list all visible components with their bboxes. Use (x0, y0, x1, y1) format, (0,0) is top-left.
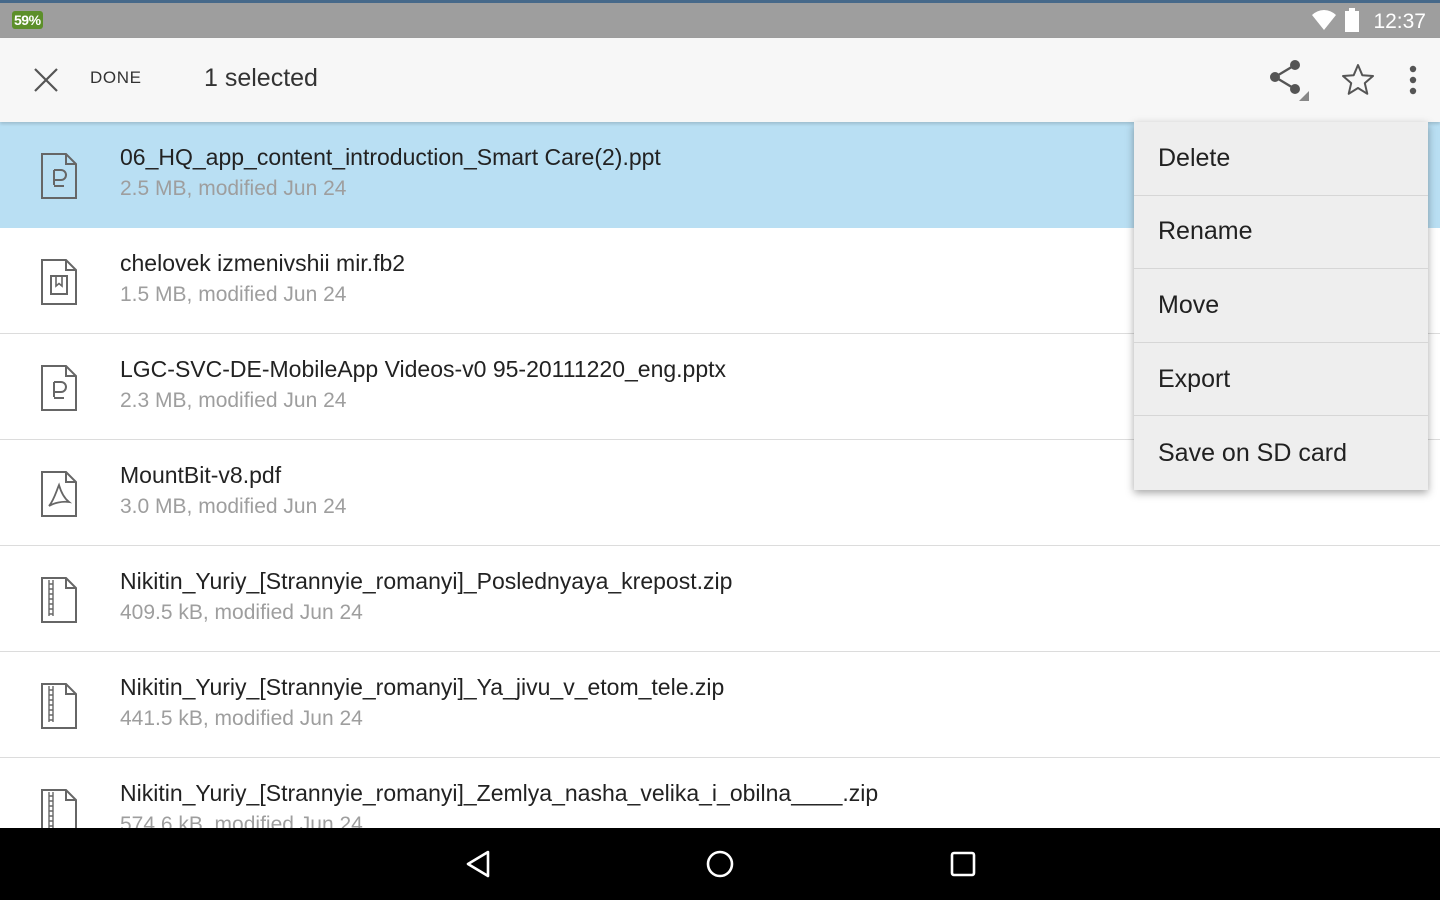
file-meta: 574.6 kB, modified Jun 24 (120, 813, 363, 828)
menu-item-delete[interactable]: Delete (1134, 122, 1428, 196)
file-row[interactable]: Nikitin_Yuriy_[Strannyie_romanyi]_Posled… (0, 546, 1440, 652)
file-name: Nikitin_Yuriy_[Strannyie_romanyi]_Zemlya… (120, 780, 879, 806)
file-meta: 3.0 MB, modified Jun 24 (120, 495, 347, 518)
status-bar: 59% 12:37 (0, 0, 1440, 38)
menu-item-export[interactable]: Export (1134, 343, 1428, 417)
overflow-menu: Delete Rename Move Export Save on SD car… (1134, 122, 1428, 490)
file-name: Nikitin_Yuriy_[Strannyie_romanyi]_Posled… (120, 568, 733, 594)
battery-percent-badge: 59% (12, 11, 43, 29)
close-icon (34, 68, 58, 92)
star-icon (1342, 64, 1374, 95)
file-meta: 2.3 MB, modified Jun 24 (120, 389, 347, 412)
archive-file-icon (41, 577, 77, 623)
navigation-bar (0, 828, 1440, 900)
home-button[interactable] (698, 842, 742, 886)
menu-item-save-on-sd-card[interactable]: Save on SD card (1134, 416, 1428, 490)
file-name: 06_HQ_app_content_introduction_Smart Car… (120, 144, 661, 170)
close-selection-button[interactable] (24, 58, 68, 102)
recents-icon (950, 851, 976, 877)
file-meta: 2.5 MB, modified Jun 24 (120, 177, 347, 200)
presentation-file-icon (41, 365, 77, 411)
file-meta: 1.5 MB, modified Jun 24 (120, 283, 347, 306)
more-options-button[interactable] (1389, 56, 1437, 104)
recents-button[interactable] (941, 842, 985, 886)
more-vert-icon (1409, 65, 1417, 95)
done-button[interactable]: DONE (90, 68, 142, 88)
file-name: LGC-SVC-DE-MobileApp Videos-v0 95-201112… (120, 356, 727, 382)
share-button[interactable] (1264, 56, 1312, 104)
file-meta: 409.5 kB, modified Jun 24 (120, 601, 363, 624)
wifi-icon (1311, 9, 1337, 36)
share-icon (1270, 60, 1309, 101)
file-name: Nikitin_Yuriy_[Strannyie_romanyi]_Ya_jiv… (120, 674, 725, 700)
selection-title: 1 selected (204, 64, 318, 92)
back-icon (466, 850, 490, 878)
menu-item-rename[interactable]: Rename (1134, 196, 1428, 270)
book-file-icon (41, 259, 77, 305)
selection-toolbar: DONE 1 selected (0, 38, 1440, 122)
presentation-file-icon (41, 153, 77, 199)
status-icons: 12:37 (1311, 7, 1426, 37)
archive-file-icon (41, 683, 77, 729)
favorite-button[interactable] (1334, 56, 1382, 104)
file-name: MountBit-v8.pdf (120, 462, 282, 488)
file-row[interactable]: Nikitin_Yuriy_[Strannyie_romanyi]_Ya_jiv… (0, 652, 1440, 758)
back-button[interactable] (456, 842, 500, 886)
archive-file-icon (41, 789, 77, 828)
file-row[interactable]: Nikitin_Yuriy_[Strannyie_romanyi]_Zemlya… (0, 758, 1440, 828)
file-meta: 441.5 kB, modified Jun 24 (120, 707, 363, 730)
pdf-file-icon (41, 471, 77, 517)
home-icon (706, 850, 734, 878)
file-name: chelovek izmenivshii mir.fb2 (120, 250, 406, 276)
clock: 12:37 (1373, 10, 1426, 33)
menu-item-move[interactable]: Move (1134, 269, 1428, 343)
battery-icon (1345, 7, 1360, 37)
